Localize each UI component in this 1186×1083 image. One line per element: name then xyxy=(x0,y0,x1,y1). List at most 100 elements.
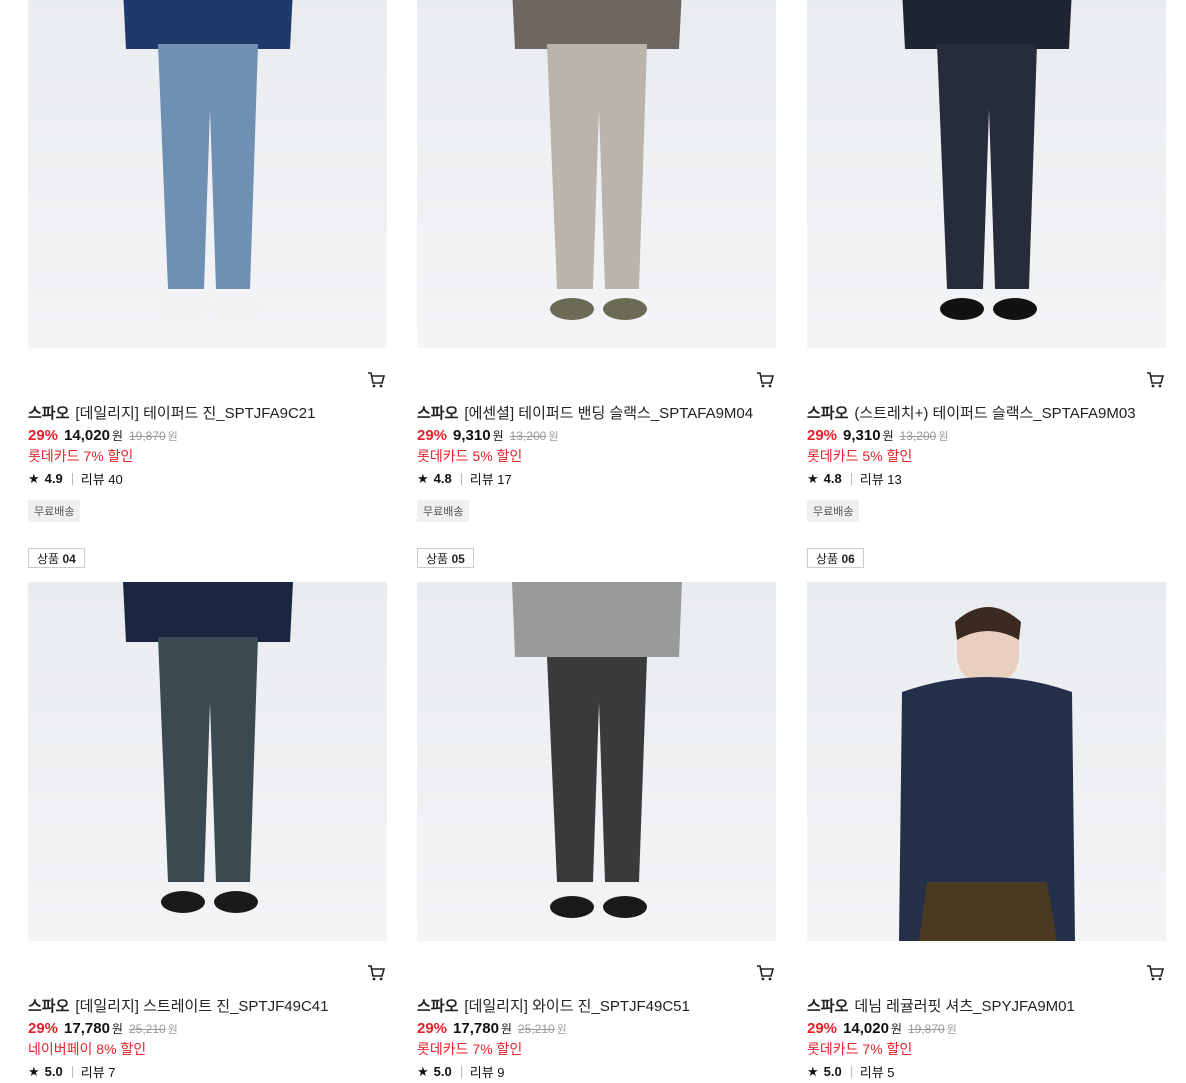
original-price: 13,200 xyxy=(509,429,547,443)
star-icon: ★ xyxy=(28,470,40,486)
card-promo: 롯데카드 7% 할인 xyxy=(807,1041,913,1057)
product-image[interactable] xyxy=(28,582,387,941)
rank-number: 04 xyxy=(62,552,76,566)
product-name: [데일리지] 스트레이트 진_SPTJF49C41 xyxy=(75,998,329,1015)
product-name: [데일리지] 테이퍼드 진_SPTJFA9C21 xyxy=(75,405,316,422)
review-count[interactable]: 리뷰 7 xyxy=(81,1062,116,1081)
brand-name: 스파오 xyxy=(28,405,70,422)
card-promo: 네이버페이 8% 할인 xyxy=(28,1041,147,1057)
sale-price: 14,020 xyxy=(64,427,110,444)
original-currency: 원 xyxy=(167,1024,178,1036)
cart-icon[interactable] xyxy=(367,372,385,388)
cart-icon[interactable] xyxy=(1146,965,1164,981)
product-title[interactable]: 스파오 [데일리지] 와이드 진_SPTJF49C51 xyxy=(417,995,690,1016)
original-currency: 원 xyxy=(946,1024,957,1036)
rank-badge: 상품 05 xyxy=(417,548,474,568)
rank-number: 05 xyxy=(451,552,465,566)
product-image[interactable] xyxy=(807,582,1166,941)
review-count[interactable]: 리뷰 9 xyxy=(470,1062,505,1081)
currency: 원 xyxy=(111,1022,123,1036)
product-card[interactable]: 상품 05 스파오 [데일리지] 와이드 진_SPTJF49C51 29% 17,780… xyxy=(417,548,776,1080)
product-image[interactable] xyxy=(417,582,776,941)
rank-prefix: 상품 xyxy=(816,552,839,566)
review-count[interactable]: 리뷰 5 xyxy=(860,1062,895,1081)
product-card[interactable]: 상품 04 스파오 [데일리지] 스트레이트 진_SPTJF49C41 29% 17,7… xyxy=(28,548,387,1080)
discount-rate: 29% xyxy=(807,427,838,444)
card-promo: 롯데카드 7% 할인 xyxy=(28,448,134,464)
rank-prefix: 상품 xyxy=(37,552,60,566)
original-currency: 원 xyxy=(556,1024,567,1036)
product-image[interactable] xyxy=(417,0,776,348)
price-line: 29% 14,020 원 19,870 원 xyxy=(807,1020,957,1037)
rating-row: ★ 5.0 리뷰 7 xyxy=(28,1062,116,1081)
rating-row: ★ 4.8 리뷰 13 xyxy=(807,469,902,488)
product-title[interactable]: 스파오 [데일리지] 스트레이트 진_SPTJF49C41 xyxy=(28,995,328,1016)
model-figure xyxy=(902,0,1072,320)
brand-name: 스파오 xyxy=(28,998,70,1015)
product-name: [에센셜] 테이퍼드 밴딩 슬랙스_SPTAFA9M04 xyxy=(464,405,754,422)
product-card[interactable]: 스파오 (스트레치+) 테이퍼드 슬랙스_SPTAFA9M03 29% 9,310 원 1… xyxy=(807,0,1166,522)
product-card[interactable]: 상품 06 스파오 데님 레귤러핏 셔츠_SPYJFA9M01 29% 14,020 원 1… xyxy=(807,548,1166,1080)
product-name: 데님 레귤러핏 셔츠_SPYJFA9M01 xyxy=(854,998,1075,1015)
cart-icon[interactable] xyxy=(367,965,385,981)
review-count[interactable]: 리뷰 40 xyxy=(81,469,123,488)
cart-icon[interactable] xyxy=(1146,372,1164,388)
model-figure xyxy=(512,0,682,320)
rating-row: ★ 5.0 리뷰 9 xyxy=(417,1062,505,1081)
rating-row: ★ 5.0 리뷰 5 xyxy=(807,1062,895,1081)
price-line: 29% 14,020 원 19,870 원 xyxy=(28,427,178,444)
product-image[interactable] xyxy=(807,0,1166,348)
sale-price: 9,310 xyxy=(843,427,881,444)
model-figure xyxy=(123,0,293,320)
brand-name: 스파오 xyxy=(807,998,849,1015)
card-promo: 롯데카드 5% 할인 xyxy=(417,448,523,464)
brand-name: 스파오 xyxy=(417,998,459,1015)
review-count[interactable]: 리뷰 17 xyxy=(470,469,512,488)
price-line: 29% 17,780 원 25,210 원 xyxy=(28,1020,178,1037)
original-price: 19,870 xyxy=(907,1022,945,1036)
product-title[interactable]: 스파오 (스트레치+) 테이퍼드 슬랙스_SPTAFA9M03 xyxy=(807,402,1136,423)
rating-score: 4.8 xyxy=(433,471,452,486)
divider xyxy=(460,472,462,485)
original-price: 25,210 xyxy=(128,1022,166,1036)
divider xyxy=(850,1065,852,1078)
rating-score: 5.0 xyxy=(823,1064,842,1079)
product-title[interactable]: 스파오 데님 레귤러핏 셔츠_SPYJFA9M01 xyxy=(807,995,1075,1016)
product-title[interactable]: 스파오 [에센셜] 테이퍼드 밴딩 슬랙스_SPTAFA9M04 xyxy=(417,402,753,423)
sale-price: 14,020 xyxy=(843,1020,889,1037)
product-card[interactable]: 스파오 [에센셜] 테이퍼드 밴딩 슬랙스_SPTAFA9M04 29% 9,310 원… xyxy=(417,0,776,522)
discount-rate: 29% xyxy=(28,1020,59,1037)
review-count[interactable]: 리뷰 13 xyxy=(860,469,902,488)
cart-icon[interactable] xyxy=(756,372,774,388)
original-price: 25,210 xyxy=(517,1022,555,1036)
rank-prefix: 상품 xyxy=(426,552,449,566)
rank-number: 06 xyxy=(841,552,855,566)
product-card[interactable]: 스파오 [데일리지] 테이퍼드 진_SPTJFA9C21 29% 14,020 원 19,… xyxy=(28,0,387,522)
shipping-badge: 무료배송 xyxy=(28,500,81,522)
rating-row: ★ 4.8 리뷰 17 xyxy=(417,469,512,488)
original-price: 13,200 xyxy=(899,429,937,443)
price-line: 29% 9,310 원 13,200 원 xyxy=(417,427,558,444)
discount-rate: 29% xyxy=(807,1020,838,1037)
sale-price: 9,310 xyxy=(453,427,491,444)
price-line: 29% 17,780 원 25,210 원 xyxy=(417,1020,567,1037)
discount-rate: 29% xyxy=(417,427,448,444)
card-promo: 롯데카드 5% 할인 xyxy=(807,448,913,464)
brand-name: 스파오 xyxy=(417,405,459,422)
discount-rate: 29% xyxy=(28,427,59,444)
currency: 원 xyxy=(500,1022,512,1036)
star-icon: ★ xyxy=(28,1063,40,1079)
rating-score: 5.0 xyxy=(433,1064,452,1079)
model-figure xyxy=(512,582,682,918)
star-icon: ★ xyxy=(807,470,819,486)
original-currency: 원 xyxy=(548,431,559,443)
divider xyxy=(71,472,73,485)
rating-score: 5.0 xyxy=(44,1064,63,1079)
star-icon: ★ xyxy=(417,1063,429,1079)
product-image[interactable] xyxy=(28,0,387,348)
cart-icon[interactable] xyxy=(756,965,774,981)
original-currency: 원 xyxy=(938,431,949,443)
product-title[interactable]: 스파오 [데일리지] 테이퍼드 진_SPTJFA9C21 xyxy=(28,402,316,423)
divider xyxy=(71,1065,73,1078)
currency: 원 xyxy=(882,429,894,443)
